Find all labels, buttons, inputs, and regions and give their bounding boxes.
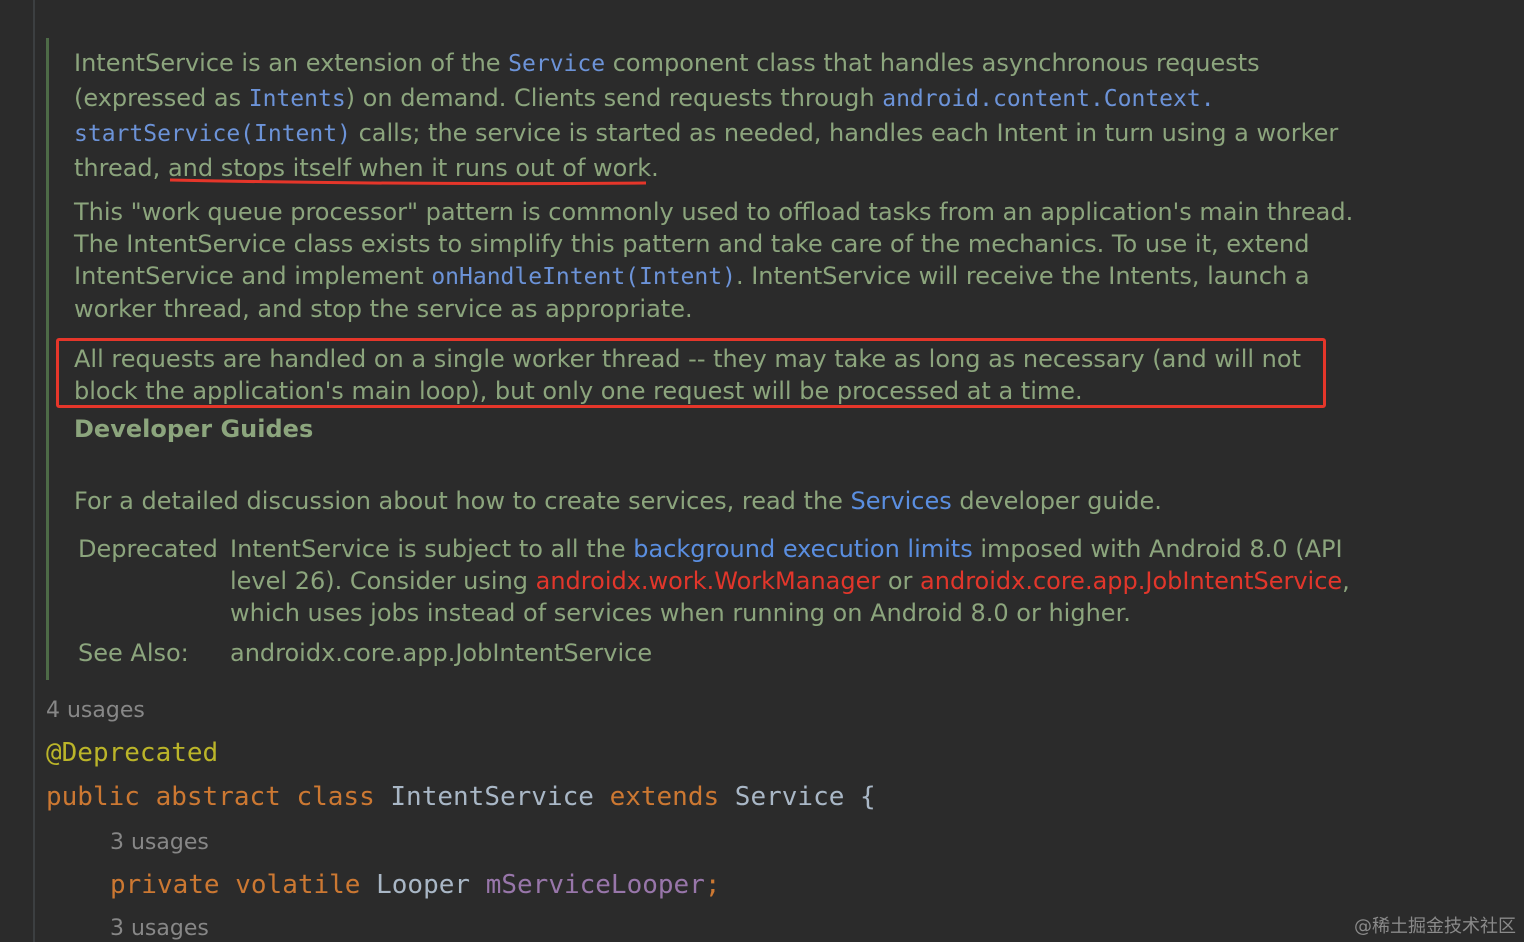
doc-line: (expressed as Intents) on demand. Client…	[74, 84, 1215, 112]
class-name[interactable]: IntentService	[390, 782, 594, 812]
deprecated-annotation: @Deprecated	[46, 738, 219, 768]
usages-hint[interactable]: 3 usages	[110, 916, 209, 941]
field-declaration: private volatile Looper mServiceLooper;	[110, 870, 721, 900]
context-link[interactable]: android.content.Context.	[882, 86, 1214, 112]
doc-line: IntentService and implement onHandleInte…	[74, 262, 1310, 290]
services-guide-link[interactable]: Services	[851, 487, 952, 515]
doc-line: worker thread, and stop the service as a…	[74, 295, 693, 323]
doc-line: This "work queue processor" pattern is c…	[74, 198, 1354, 226]
field-type[interactable]: Looper	[376, 870, 470, 900]
usages-hint[interactable]: 3 usages	[110, 830, 209, 855]
deprecated-label: Deprecated	[78, 535, 218, 563]
intents-link[interactable]: Intents	[249, 86, 346, 112]
field-name[interactable]: mServiceLooper	[486, 870, 705, 900]
developer-guides-heading: Developer Guides	[74, 415, 314, 443]
doc-line: level 26). Consider using androidx.work.…	[230, 567, 1350, 595]
workmanager-link[interactable]: androidx.work.WorkManager	[536, 567, 881, 595]
red-underline-annotation	[169, 178, 647, 186]
deprecated-text: IntentService is subject to all the back…	[230, 533, 1350, 629]
doc-paragraph-2: This "work queue processor" pattern is c…	[74, 196, 1384, 325]
doc-line: which uses jobs instead of services when…	[230, 599, 1131, 627]
doc-paragraph-1: IntentService is an extension of the Ser…	[74, 46, 1384, 185]
watermark: @稀土掘金技术社区	[1354, 916, 1516, 937]
see-also-link[interactable]: androidx.core.app.JobIntentService	[230, 637, 652, 669]
doc-comment-bar	[46, 38, 49, 680]
see-also-label: See Also:	[78, 639, 189, 667]
background-limits-link[interactable]: background execution limits	[633, 535, 972, 563]
class-declaration: public abstract class IntentService exte…	[46, 782, 876, 812]
doc-line: IntentService is an extension of the Ser…	[74, 49, 1260, 77]
usages-hint[interactable]: 4 usages	[46, 698, 145, 723]
doc-paragraph-3: All requests are handled on a single wor…	[74, 343, 1384, 407]
superclass-name[interactable]: Service	[735, 782, 845, 812]
jobintentservice-link[interactable]: androidx.core.app.JobIntentService	[920, 567, 1342, 595]
doc-paragraph-4: For a detailed discussion about how to c…	[74, 487, 1162, 515]
start-service-link[interactable]: startService(Intent)	[74, 121, 351, 147]
doc-line: The IntentService class exists to simpli…	[74, 230, 1310, 258]
doc-line: All requests are handled on a single wor…	[74, 345, 1301, 373]
service-link[interactable]: Service	[508, 51, 605, 77]
doc-line: block the application's main loop), but …	[74, 377, 1083, 405]
doc-line: startService(Intent) calls; the service …	[74, 119, 1339, 147]
on-handle-intent-link[interactable]: onHandleIntent(Intent)	[431, 264, 736, 290]
editor-gutter-divider	[33, 0, 35, 942]
doc-line: IntentService is subject to all the back…	[230, 535, 1343, 563]
